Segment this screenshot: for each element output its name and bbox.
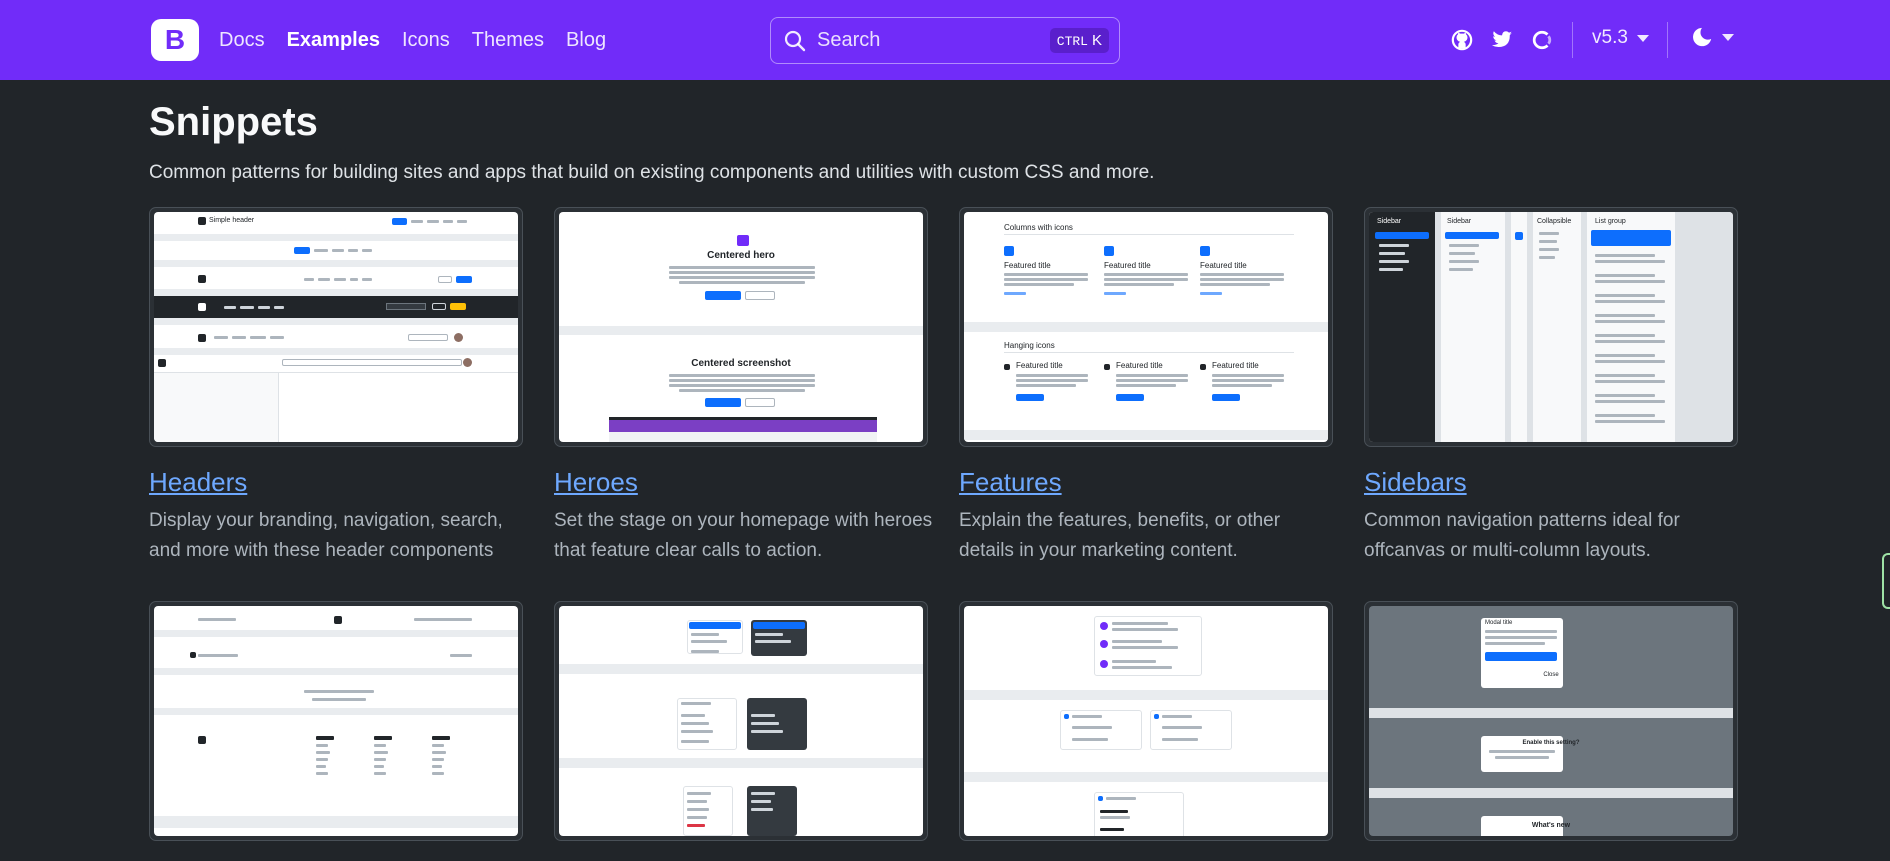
version-label: v5.3: [1592, 27, 1628, 48]
card-title-sidebars[interactable]: Sidebars: [1364, 467, 1467, 498]
snippet-card-modals: Modal title Close Enable this setting? W…: [1364, 601, 1738, 841]
card-desc-heroes: Set the stage on your homepage with hero…: [554, 510, 933, 561]
thumb-text: Collapsible: [1537, 218, 1572, 225]
thumb-text: Featured title: [1212, 361, 1259, 370]
github-icon[interactable]: [1450, 28, 1474, 52]
thumb-text: Simple header: [209, 217, 255, 224]
snippet-card-headers: Simple header Headers Display your brand…: [149, 207, 523, 566]
thumb-text: Sidebar: [1447, 218, 1472, 225]
opencollective-icon[interactable]: [1530, 28, 1554, 52]
search-placeholder: Search: [817, 29, 881, 51]
card-desc-sidebars: Common navigation patterns ideal for off…: [1364, 510, 1680, 561]
modals-thumbnail[interactable]: Modal title Close Enable this setting? W…: [1364, 601, 1738, 841]
chevron-down-icon: [1636, 34, 1649, 42]
thumb-text: Featured title: [1200, 261, 1247, 270]
snippet-card-footers: [149, 601, 523, 841]
thumb-text: List group: [1595, 218, 1626, 225]
shortcut-k: K: [1091, 32, 1102, 49]
snippet-card-heroes: Centered hero Centered screenshot Heroes…: [554, 207, 932, 566]
page-lead: Common patterns for building sites and a…: [149, 162, 1155, 183]
thumb-text: Centered hero: [707, 250, 775, 261]
moon-icon: [1693, 27, 1712, 47]
snippet-card-list-groups: [959, 601, 1333, 841]
version-dropdown[interactable]: v5.3: [1592, 27, 1649, 49]
nav-blog[interactable]: Blog: [566, 29, 606, 52]
top-navbar: B Docs Examples Icons Themes Blog Search…: [0, 0, 1890, 80]
twitter-icon[interactable]: [1490, 28, 1514, 52]
search-button[interactable]: Search CTRL K: [770, 17, 1120, 64]
theme-toggle[interactable]: [1691, 26, 1734, 48]
card-title-features[interactable]: Features: [959, 467, 1062, 498]
thumb-text: Hanging icons: [1004, 341, 1055, 350]
card-desc-features: Explain the features, benefits, or other…: [959, 510, 1281, 561]
chevron-down-icon: [1722, 33, 1734, 41]
thumb-text: Enable this setting?: [1522, 740, 1580, 746]
thumb-text: Columns with icons: [1004, 223, 1073, 232]
snippet-card-dropdowns: [554, 601, 928, 841]
thumb-text: Sidebar: [1377, 218, 1402, 225]
search-shortcut: CTRL K: [1049, 28, 1109, 53]
thumb-text: Featured title: [1104, 261, 1151, 270]
brand-letter: B: [164, 24, 186, 55]
side-panel-handle[interactable]: [1882, 553, 1890, 609]
thumb-text: Close: [1543, 672, 1559, 678]
dropdowns-thumbnail[interactable]: [554, 601, 928, 841]
thumb-text: Featured title: [1016, 361, 1063, 370]
nav-themes[interactable]: Themes: [472, 29, 544, 52]
nav-icons[interactable]: Icons: [402, 29, 450, 52]
thumb-text: Featured title: [1116, 361, 1163, 370]
search-icon: [784, 30, 806, 51]
nav-links: Docs Examples Icons Themes Blog: [219, 0, 628, 80]
card-desc-headers: Display your branding, navigation, searc…: [149, 510, 503, 561]
thumb-text: Featured title: [1004, 261, 1051, 270]
list-groups-thumbnail[interactable]: [959, 601, 1333, 841]
page-title: Snippets: [149, 100, 318, 144]
footers-thumbnail[interactable]: [149, 601, 523, 841]
card-title-headers[interactable]: Headers: [149, 467, 247, 498]
thumb-text: What's new: [1531, 822, 1571, 829]
bootstrap-logo[interactable]: B: [151, 19, 199, 61]
headers-thumbnail[interactable]: Simple header: [149, 207, 523, 447]
features-thumbnail[interactable]: Columns with icons Featured title Featur…: [959, 207, 1333, 447]
thumb-text: Modal title: [1485, 620, 1513, 626]
nav-examples[interactable]: Examples: [287, 29, 380, 52]
nav-divider: [1667, 22, 1668, 58]
snippet-card-sidebars: Sidebar Sidebar Collapsible List group S…: [1364, 207, 1738, 566]
thumb-text: Centered screenshot: [691, 358, 791, 369]
nav-docs[interactable]: Docs: [219, 29, 265, 52]
card-title-heroes[interactable]: Heroes: [554, 467, 638, 498]
sidebars-thumbnail[interactable]: Sidebar Sidebar Collapsible List group: [1364, 207, 1738, 447]
snippet-card-features: Columns with icons Featured title Featur…: [959, 207, 1333, 566]
heroes-thumbnail[interactable]: Centered hero Centered screenshot: [554, 207, 928, 447]
shortcut-ctrl: CTRL: [1056, 34, 1088, 49]
nav-divider: [1572, 22, 1573, 58]
